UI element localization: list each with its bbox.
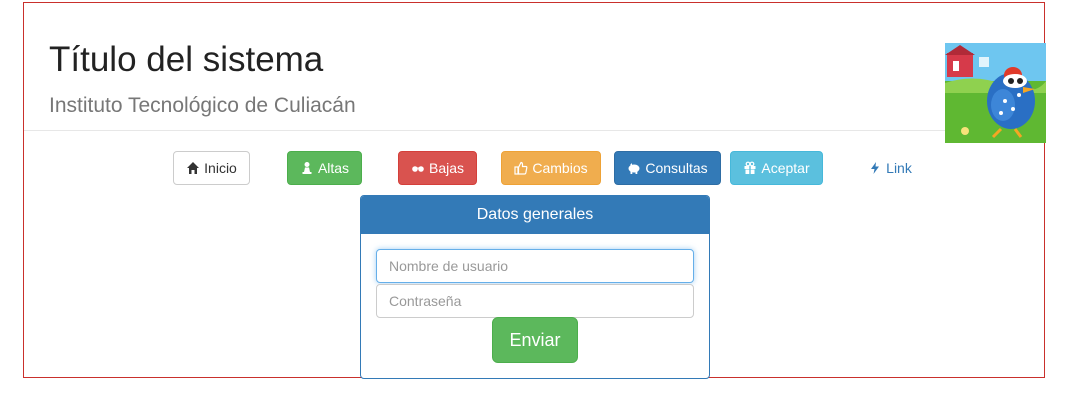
consultas-button[interactable]: Consultas [614,151,721,185]
gift-icon [743,161,757,175]
link-button[interactable]: Link [860,151,920,185]
page-subtitle: Instituto Tecnológico de Culiacán [49,94,356,117]
link-button-label: Link [886,160,912,176]
bajas-button[interactable]: Bajas [398,151,477,185]
cambios-button[interactable]: Cambios [501,151,601,185]
home-icon [186,161,200,175]
pawn-icon [300,161,314,175]
thumbs-up-icon [514,161,528,175]
consultas-button-label: Consultas [645,160,708,176]
piggy-bank-icon [627,161,641,175]
bajas-button-label: Bajas [428,160,465,176]
altas-button-label: Altas [317,160,350,176]
username-input[interactable] [376,249,694,283]
submit-button[interactable]: Enviar [492,317,578,363]
aceptar-button-label: Aceptar [761,160,810,176]
panel-heading-text: Datos generales [476,206,594,223]
header-divider [24,130,946,131]
sunglasses-icon [411,161,425,175]
panel-heading: Datos generales [361,196,709,234]
inicio-button-label: Inicio [204,160,237,176]
aceptar-button[interactable]: Aceptar [730,151,823,185]
inicio-button[interactable]: Inicio [173,151,250,185]
chicken-logo-image [945,43,1046,143]
flash-icon [868,161,882,175]
page-title: Título del sistema [49,40,324,79]
cambios-button-label: Cambios [532,160,588,176]
altas-button[interactable]: Altas [287,151,362,185]
submit-button-label: Enviar [509,329,561,350]
login-panel: Datos generales Enviar [360,195,710,379]
password-input[interactable] [376,284,694,318]
